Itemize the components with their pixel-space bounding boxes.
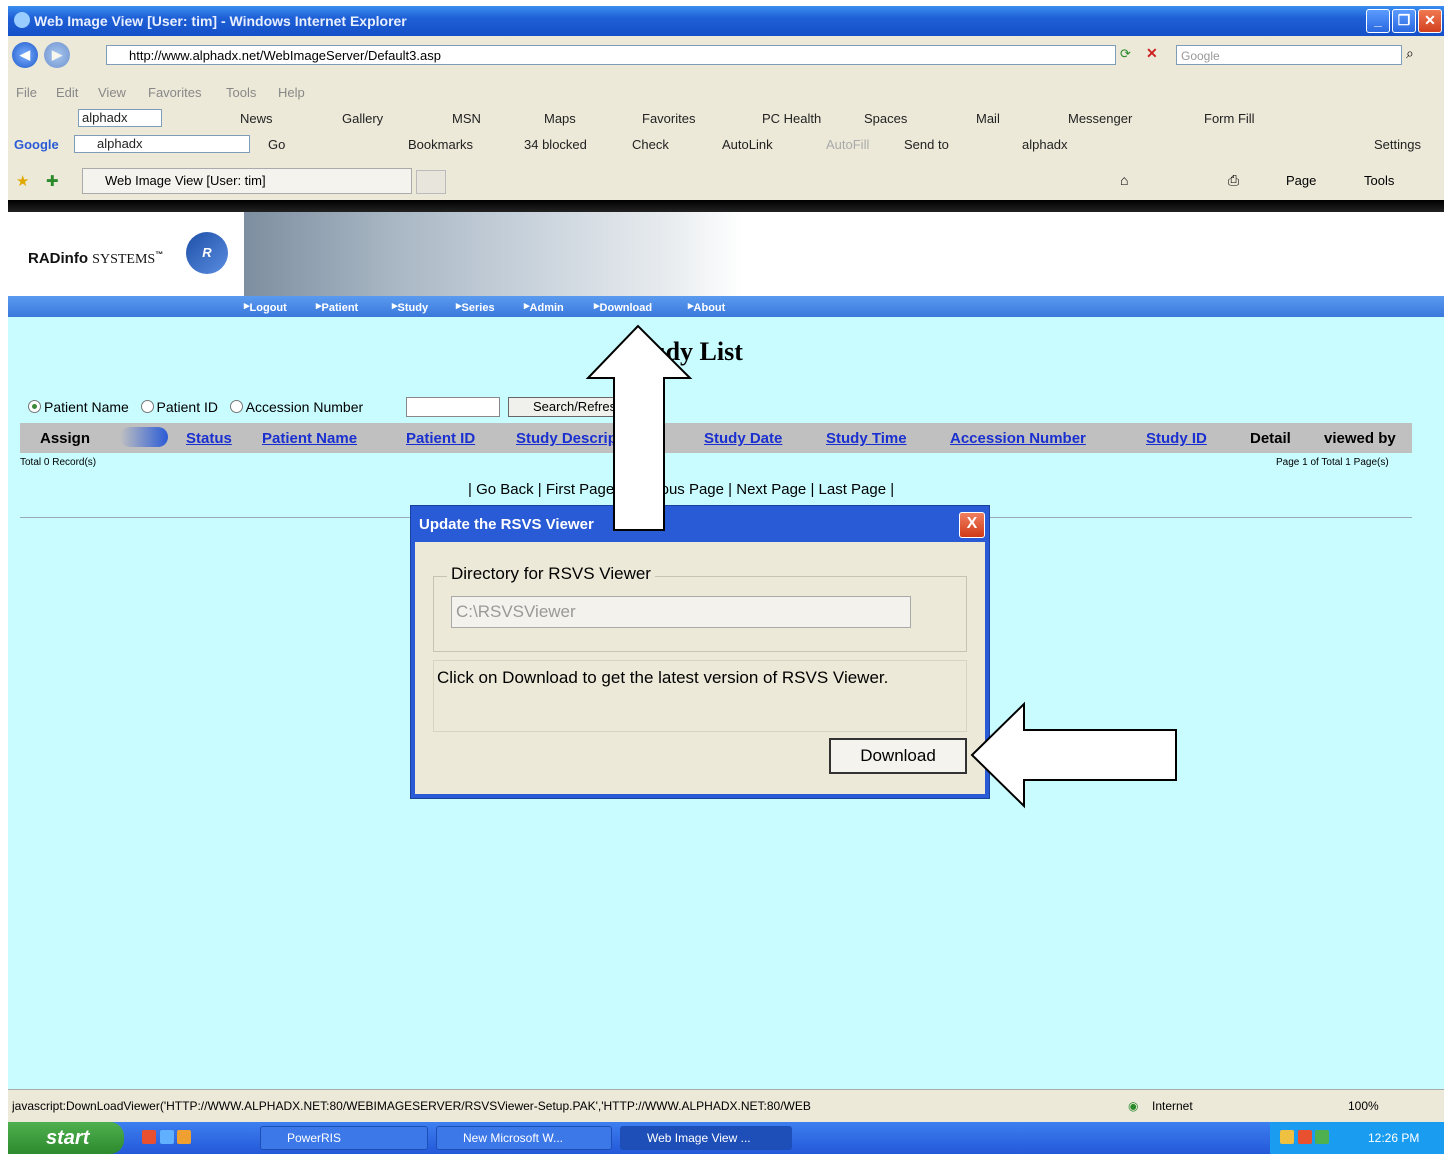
zoom-level[interactable]: 100%	[1348, 1099, 1379, 1113]
start-button[interactable]: start	[8, 1122, 124, 1154]
left-arrow-annotation	[970, 701, 1177, 809]
status-text: javascript:DownLoadViewer('HTTP://WWW.AL…	[12, 1099, 811, 1113]
globe-icon: ◉	[1128, 1099, 1139, 1113]
status-bar: javascript:DownLoadViewer('HTTP://WWW.AL…	[8, 1089, 1444, 1123]
clock: 12:26 PM	[1368, 1131, 1420, 1145]
task-new-microsoft-word[interactable]: New Microsoft W...	[436, 1126, 612, 1150]
security-zone: Internet	[1152, 1099, 1193, 1113]
annotation-arrows	[585, 324, 1177, 809]
up-arrow-annotation	[585, 324, 693, 531]
quicklaunch-icons[interactable]	[142, 1130, 192, 1145]
tray-icons[interactable]	[1280, 1130, 1330, 1145]
taskbar: start PowerRIS New Microsoft W... Web Im…	[8, 1122, 1444, 1154]
task-powerris[interactable]: PowerRIS	[260, 1126, 428, 1150]
task-web-image-view[interactable]: Web Image View ...	[620, 1126, 792, 1150]
system-tray: 12:26 PM	[1270, 1122, 1444, 1154]
